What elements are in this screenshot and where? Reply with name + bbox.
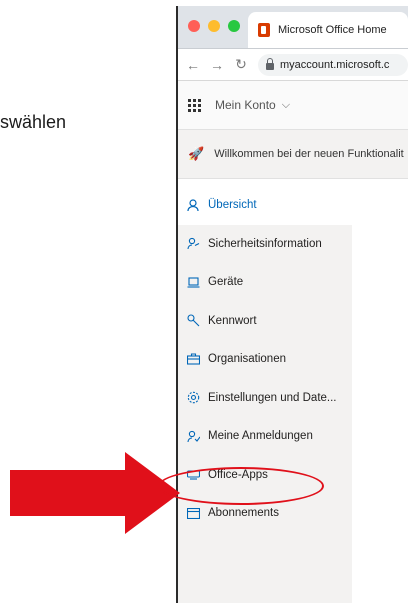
sidebar-item-label: Organisationen	[208, 353, 286, 366]
app-header: Mein Konto ⌵	[178, 81, 408, 130]
sidebar-item-organisationen[interactable]: Organisationen	[178, 340, 352, 379]
address-bar-row: ← → ↻ myaccount.microsoft.c	[178, 49, 408, 81]
sidebar-item-label: Abonnements	[208, 507, 279, 520]
office-logo-icon	[258, 23, 270, 37]
person-icon	[184, 199, 202, 212]
banner-text: Willkommen bei der neuen Funktionalit	[214, 148, 404, 160]
annotation-arrow-icon	[10, 452, 180, 534]
browser-tab[interactable]: Microsoft Office Home	[248, 12, 408, 48]
tab-title: Microsoft Office Home	[278, 24, 387, 36]
sidebar-item-einstellungen[interactable]: Einstellungen und Date...	[178, 379, 352, 418]
sidebar-item-meine-anmeldungen[interactable]: Meine Anmeldungen	[178, 417, 352, 456]
maximize-window-button[interactable]	[228, 20, 240, 32]
sidebar-item-sicherheitsinformation[interactable]: Sicherheitsinformation	[178, 225, 352, 264]
back-icon[interactable]: ←	[186, 57, 200, 73]
url-text: myaccount.microsoft.c	[280, 58, 390, 71]
minimize-window-button[interactable]	[208, 20, 220, 32]
subscription-icon	[184, 507, 202, 519]
sidebar-item-geraete[interactable]: Geräte	[178, 263, 352, 302]
browser-titlebar: Microsoft Office Home	[178, 6, 408, 49]
chevron-down-icon[interactable]: ⌵	[282, 99, 290, 112]
gear-icon	[184, 391, 202, 404]
key-icon	[184, 314, 202, 327]
laptop-icon	[184, 277, 202, 288]
forward-icon[interactable]: →	[210, 57, 224, 73]
sidebar-item-label: Kennwort	[208, 314, 257, 327]
rocket-icon: 🚀	[188, 146, 205, 161]
welcome-banner: 🚀 Willkommen bei der neuen Funktionalit	[178, 130, 408, 179]
app-launcher-icon[interactable]	[188, 98, 201, 112]
sidebar-item-label: Geräte	[208, 276, 244, 289]
main-content-area	[352, 186, 408, 603]
document-text-fragment: swählen	[0, 112, 67, 132]
close-window-button[interactable]	[188, 20, 200, 32]
sidebar-item-uebersicht[interactable]: Übersicht	[178, 186, 352, 225]
sidebar-item-label: Sicherheitsinformation	[208, 237, 322, 250]
sidebar-item-label: Übersicht	[208, 199, 257, 212]
briefcase-icon	[184, 353, 202, 365]
lock-icon	[266, 58, 274, 70]
app-title[interactable]: Mein Konto	[215, 98, 276, 112]
security-person-icon	[184, 237, 202, 250]
sidebar-item-kennwort[interactable]: Kennwort	[178, 302, 352, 341]
sidebar-item-label: Einstellungen und Date...	[208, 391, 337, 404]
signin-person-icon	[184, 430, 202, 443]
sidebar-item-label: Meine Anmeldungen	[208, 430, 313, 443]
sidebar-nav: Übersicht Sicherheitsinformation Geräte …	[178, 186, 352, 603]
reload-icon[interactable]: ↻	[234, 56, 248, 73]
annotation-highlight-ellipse	[158, 467, 324, 505]
url-field[interactable]: myaccount.microsoft.c	[258, 53, 408, 76]
